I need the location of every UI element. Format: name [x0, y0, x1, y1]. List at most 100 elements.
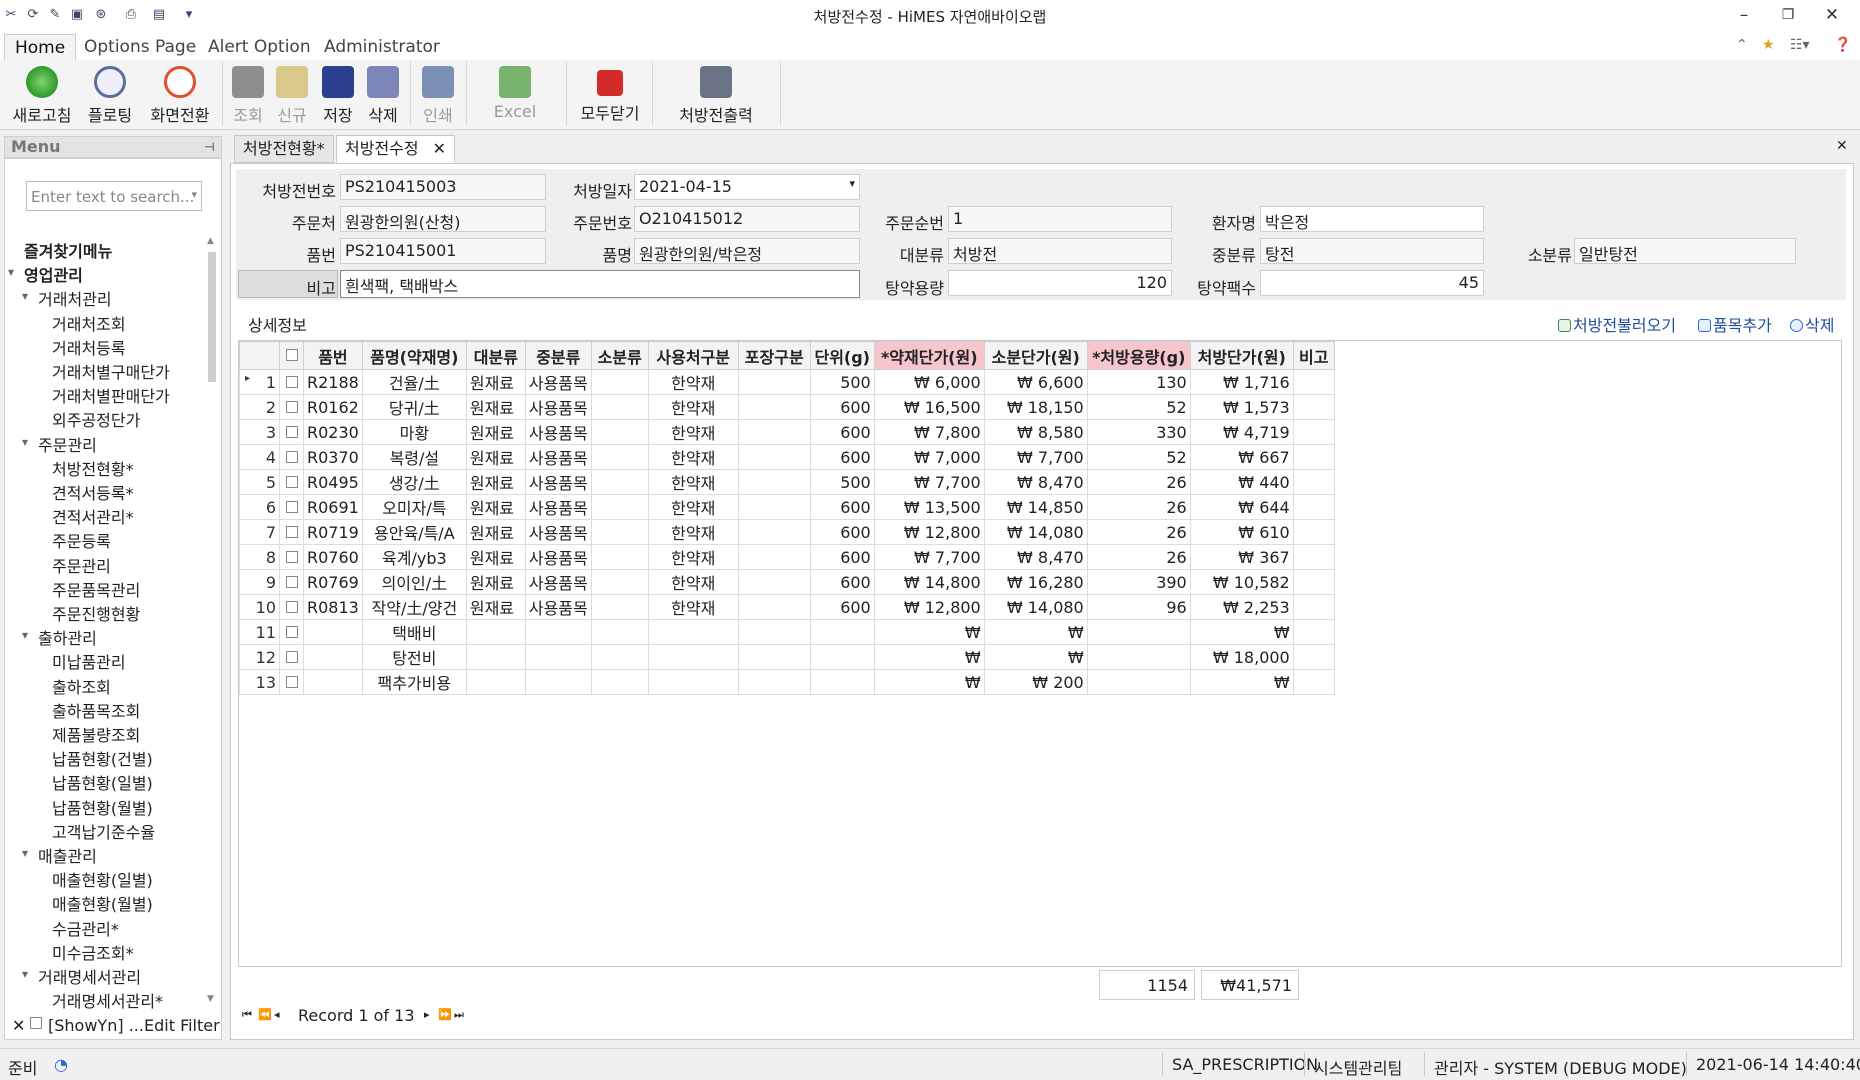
prescription-no-field[interactable]: PS210415003: [340, 174, 546, 200]
menu-item[interactable]: 거래처등록: [52, 335, 126, 359]
table-row[interactable]: 5 R0495 생강/土 원재료 사용품목 한약재 500 ₩ 7,700 ₩ 8,470 26 ₩…: [239, 469, 1335, 495]
table-cell[interactable]: ₩ 7,800: [873, 419, 985, 445]
table-cell[interactable]: 사용품목: [524, 569, 592, 595]
pin-icon[interactable]: ⊣: [204, 137, 215, 157]
col-header[interactable]: 단위(g): [809, 341, 875, 370]
col-header[interactable]: 소분단가(원): [983, 341, 1088, 370]
table-cell[interactable]: 사용품목: [524, 469, 592, 495]
table-cell[interactable]: ₩ 6,600: [983, 369, 1088, 395]
menu-item[interactable]: 견적서등록*: [52, 480, 134, 504]
table-cell[interactable]: [524, 669, 592, 695]
table-cell[interactable]: ₩ 1,573: [1189, 394, 1294, 420]
table-cell[interactable]: [590, 419, 649, 445]
table-cell[interactable]: 팩추가비용: [361, 669, 467, 695]
col-header[interactable]: 비고: [1292, 341, 1335, 370]
menu-item[interactable]: 미납품관리: [52, 649, 126, 673]
table-cell[interactable]: 택배비: [361, 619, 467, 645]
table-cell[interactable]: 한약재: [647, 394, 739, 420]
table-cell[interactable]: ₩ 12,800: [873, 594, 985, 620]
expand-toggle-icon[interactable]: ▾: [22, 628, 28, 642]
new-button[interactable]: 신규: [272, 62, 312, 128]
row-checkbox[interactable]: [285, 475, 298, 488]
table-cell[interactable]: [590, 494, 649, 520]
orderer-field[interactable]: 원광한의원(산청): [340, 206, 546, 232]
col-header[interactable]: 포장구분: [737, 341, 811, 370]
table-cell[interactable]: 390: [1086, 569, 1191, 595]
collapse-ribbon-icon[interactable]: ⌃: [1736, 37, 1748, 53]
menu-item[interactable]: 미수금조회*: [52, 940, 134, 964]
table-cell[interactable]: 600: [809, 419, 875, 445]
table-row[interactable]: 9 R0769 의이인/土 원재료 사용품목 한약재 600 ₩ 14,800 ₩ 16,280…: [239, 569, 1335, 595]
col-header[interactable]: *약재단가(원): [873, 341, 985, 370]
table-cell[interactable]: [524, 644, 592, 670]
table-cell[interactable]: ₩: [1189, 619, 1294, 645]
table-cell[interactable]: [1292, 469, 1335, 495]
table-cell[interactable]: [809, 644, 875, 670]
table-row[interactable]: 3 R0230 마황 원재료 사용품목 한약재 600 ₩ 7,800 ₩ 8,580 330 ₩ …: [239, 419, 1335, 445]
table-cell[interactable]: ₩ 610: [1189, 519, 1294, 545]
pack-count-field[interactable]: 45: [1260, 270, 1484, 296]
col-header[interactable]: 대분류: [465, 341, 526, 370]
row-checkbox[interactable]: [285, 625, 298, 638]
menu-item[interactable]: 거래처관리: [38, 286, 112, 310]
table-cell[interactable]: [1292, 369, 1335, 395]
table-cell[interactable]: [590, 594, 649, 620]
menu-item[interactable]: 납품현황(월별): [52, 795, 153, 819]
table-cell[interactable]: 사용품목: [524, 494, 592, 520]
table-cell[interactable]: 600: [809, 519, 875, 545]
table-cell[interactable]: ₩ 7,700: [873, 544, 985, 570]
table-cell[interactable]: 의이인/土: [361, 569, 467, 595]
table-cell[interactable]: 600: [809, 544, 875, 570]
table-cell[interactable]: 사용품목: [524, 544, 592, 570]
ribbon-tab-alert-option[interactable]: Alert Option: [198, 34, 321, 60]
print-prescription-button[interactable]: 처방전출력: [670, 62, 762, 128]
table-cell[interactable]: 작약/土/양건: [361, 594, 467, 620]
table-cell[interactable]: [737, 669, 811, 695]
table-cell[interactable]: [1292, 544, 1335, 570]
table-cell[interactable]: [465, 619, 526, 645]
table-cell[interactable]: 마황: [361, 419, 467, 445]
table-row[interactable]: ▸ 1 R2188 건율/土 원재료 사용품목 한약재 500 ₩ 6,000 ₩ 6,600 13…: [239, 369, 1335, 395]
table-cell[interactable]: 용안육/특/A: [361, 519, 467, 545]
prev-record-icon[interactable]: ◂: [274, 1008, 280, 1021]
clear-filter-icon[interactable]: ✕: [12, 1016, 25, 1035]
table-cell[interactable]: [737, 469, 811, 495]
table-cell[interactable]: ₩ 200: [983, 669, 1088, 695]
major-class-field[interactable]: 처방전: [948, 238, 1172, 264]
style-menu-icon[interactable]: ☷▾: [1790, 37, 1810, 53]
table-cell[interactable]: [647, 619, 739, 645]
menu-item[interactable]: 거래처별판매단가: [52, 383, 170, 407]
table-cell[interactable]: 원재료: [465, 394, 526, 420]
menu-item[interactable]: 매출관리: [38, 843, 97, 867]
table-cell[interactable]: ₩ 13,500: [873, 494, 985, 520]
table-cell[interactable]: 원재료: [465, 419, 526, 445]
load-prescription-button[interactable]: 처방전불러오기: [1558, 312, 1676, 336]
table-cell[interactable]: [1292, 669, 1335, 695]
row-select-cell[interactable]: [279, 544, 304, 570]
table-cell[interactable]: ₩ 18,150: [983, 394, 1088, 420]
table-cell[interactable]: 사용품목: [524, 594, 592, 620]
table-cell[interactable]: [1086, 619, 1191, 645]
table-cell[interactable]: ₩: [873, 619, 985, 645]
row-checkbox[interactable]: [285, 550, 298, 563]
row-select-cell[interactable]: [279, 669, 304, 695]
table-cell[interactable]: ₩ 10,582: [1189, 569, 1294, 595]
menu-item[interactable]: 납품현황(일별): [52, 770, 153, 794]
table-row[interactable]: 4 R0370 복령/설 원재료 사용품목 한약재 600 ₩ 7,000 ₩ 7,700 52 ₩…: [239, 444, 1335, 470]
table-cell[interactable]: R0370: [303, 444, 363, 470]
table-cell[interactable]: 생강/土: [361, 469, 467, 495]
table-row[interactable]: 7 R0719 용안육/특/A 원재료 사용품목 한약재 600 ₩ 12,800 ₩ 14,0…: [239, 519, 1335, 545]
table-cell[interactable]: 복령/설: [361, 444, 467, 470]
refresh-button[interactable]: 새로고침: [6, 62, 78, 128]
table-cell[interactable]: [590, 394, 649, 420]
table-cell[interactable]: ₩ 667: [1189, 444, 1294, 470]
table-cell[interactable]: 26: [1086, 494, 1191, 520]
table-cell[interactable]: [737, 544, 811, 570]
scroll-down-icon[interactable]: ▼: [207, 994, 214, 1004]
table-cell[interactable]: 원재료: [465, 544, 526, 570]
row-checkbox[interactable]: [285, 650, 298, 663]
table-cell[interactable]: ₩ 12,800: [873, 519, 985, 545]
menu-search-input[interactable]: Enter text to search... ▾: [26, 181, 202, 211]
table-cell[interactable]: [1292, 519, 1335, 545]
table-cell[interactable]: 600: [809, 594, 875, 620]
